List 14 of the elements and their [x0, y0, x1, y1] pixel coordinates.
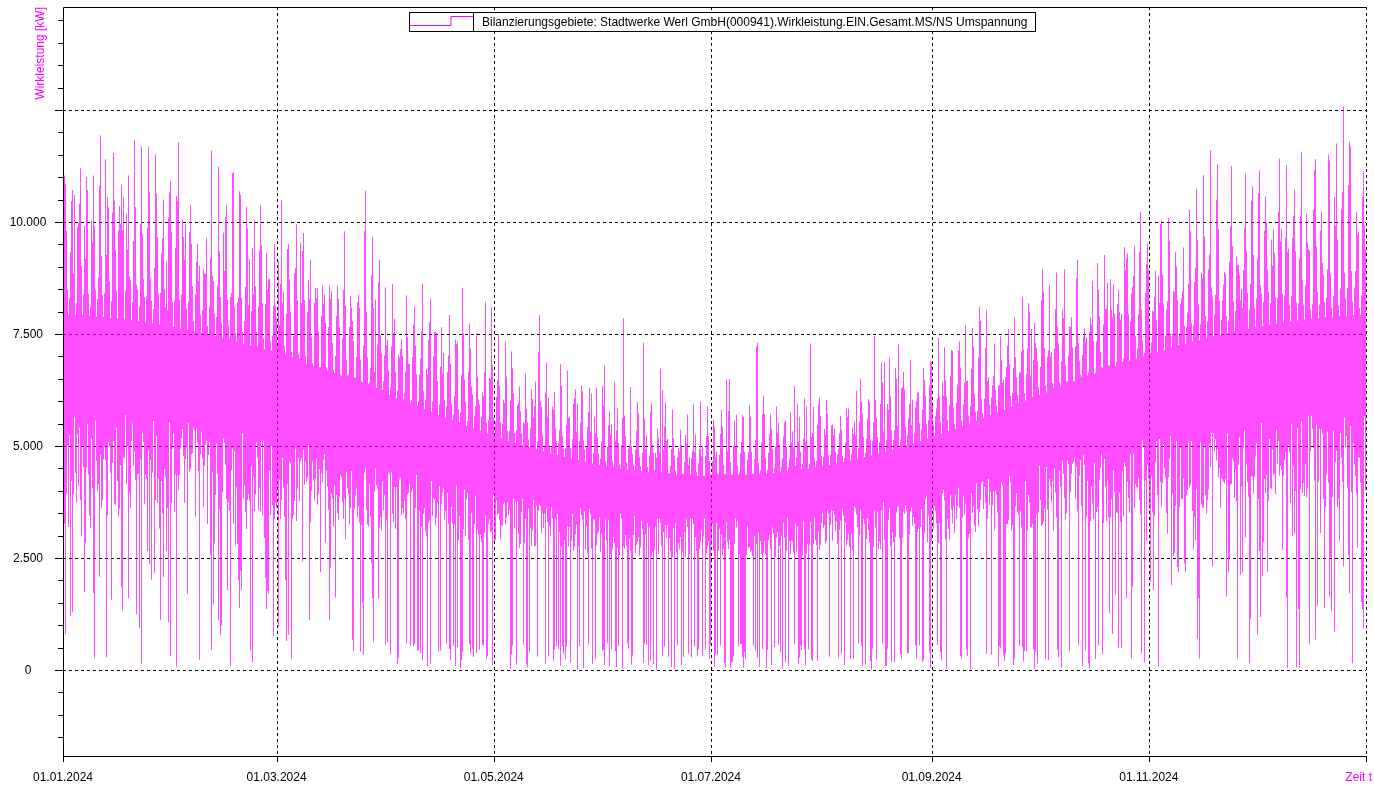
x-tick-label: 01.03.2024 [246, 770, 307, 784]
y-tick-label: 2.500 [13, 551, 43, 565]
x-tick-label: 01.01.2024 [32, 770, 94, 784]
x-tick-label: 01.05.2024 [463, 770, 524, 784]
x-tick-label: 01.09.2024 [901, 770, 962, 784]
y-tick-label: 7.500 [13, 327, 43, 341]
x-tick-label: 01.11.2024 [1119, 770, 1179, 784]
y-tick-label: 5.000 [13, 439, 43, 453]
x-axis-title: Zeit t [1345, 770, 1372, 784]
legend-label: Bilanzierungsgebiete: Stadtwerke Werl GmbH(000941).Wirkleistung.EIN.Gesamt.MS/NS Umspannung [481, 14, 1029, 31]
y-tick-label: 0 [24, 663, 32, 677]
y-axis-title: Wirkleistung [kW] [33, 7, 47, 100]
y-tick-label: 10.000 [9, 215, 47, 229]
x-tick-label: 01.07.2024 [680, 770, 741, 784]
